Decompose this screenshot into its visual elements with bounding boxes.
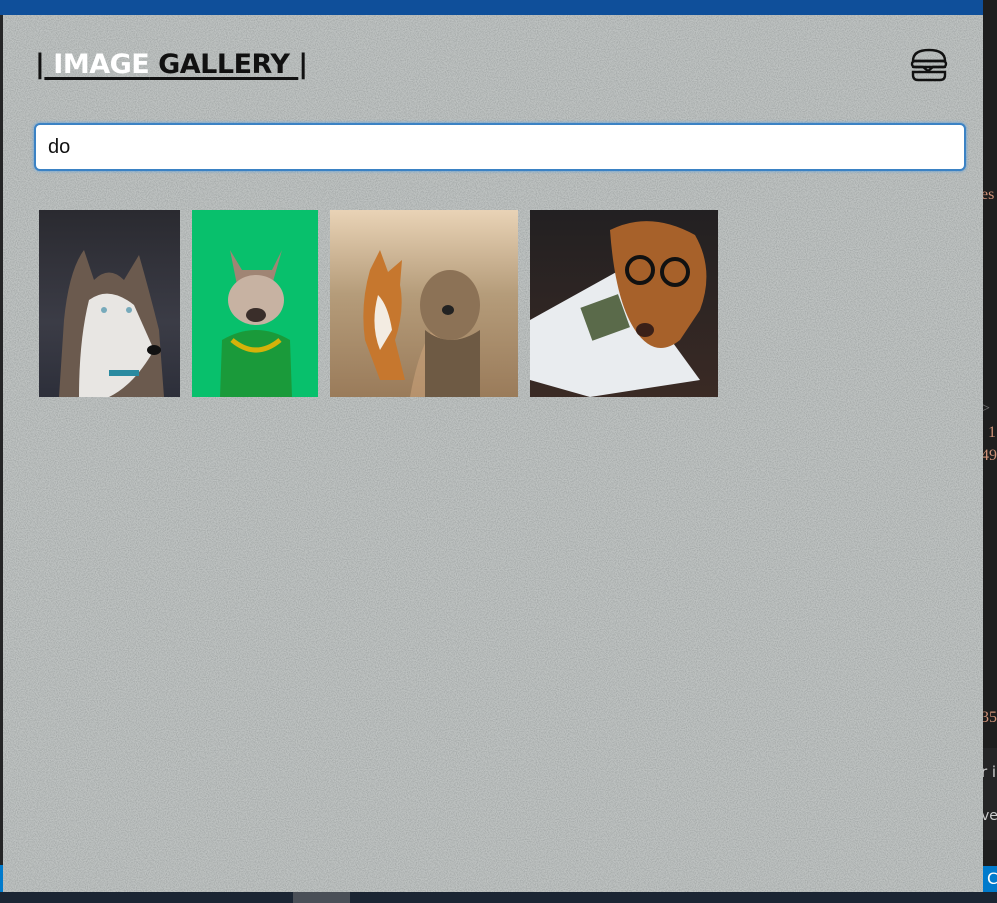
gallery-image-french-bulldog[interactable]	[192, 210, 318, 397]
window-top-bar	[0, 0, 983, 15]
background-code-editor: es > 1 49 35 r i ve C	[983, 0, 997, 903]
taskbar-item[interactable]	[293, 892, 350, 903]
search-input[interactable]	[34, 123, 966, 171]
gallery-image-corgi-and-terrier[interactable]	[330, 210, 518, 397]
taskbar	[0, 892, 997, 903]
gallery-image-husky[interactable]	[39, 210, 180, 397]
editor-button[interactable]: C	[983, 866, 997, 892]
gallery-page: | IMAGE GALLERY |	[3, 15, 983, 892]
hamburger-icon[interactable]	[909, 47, 949, 83]
page-title: | IMAGE GALLERY |	[35, 49, 308, 80]
gallery-image-dog-with-glasses[interactable]	[530, 210, 718, 397]
